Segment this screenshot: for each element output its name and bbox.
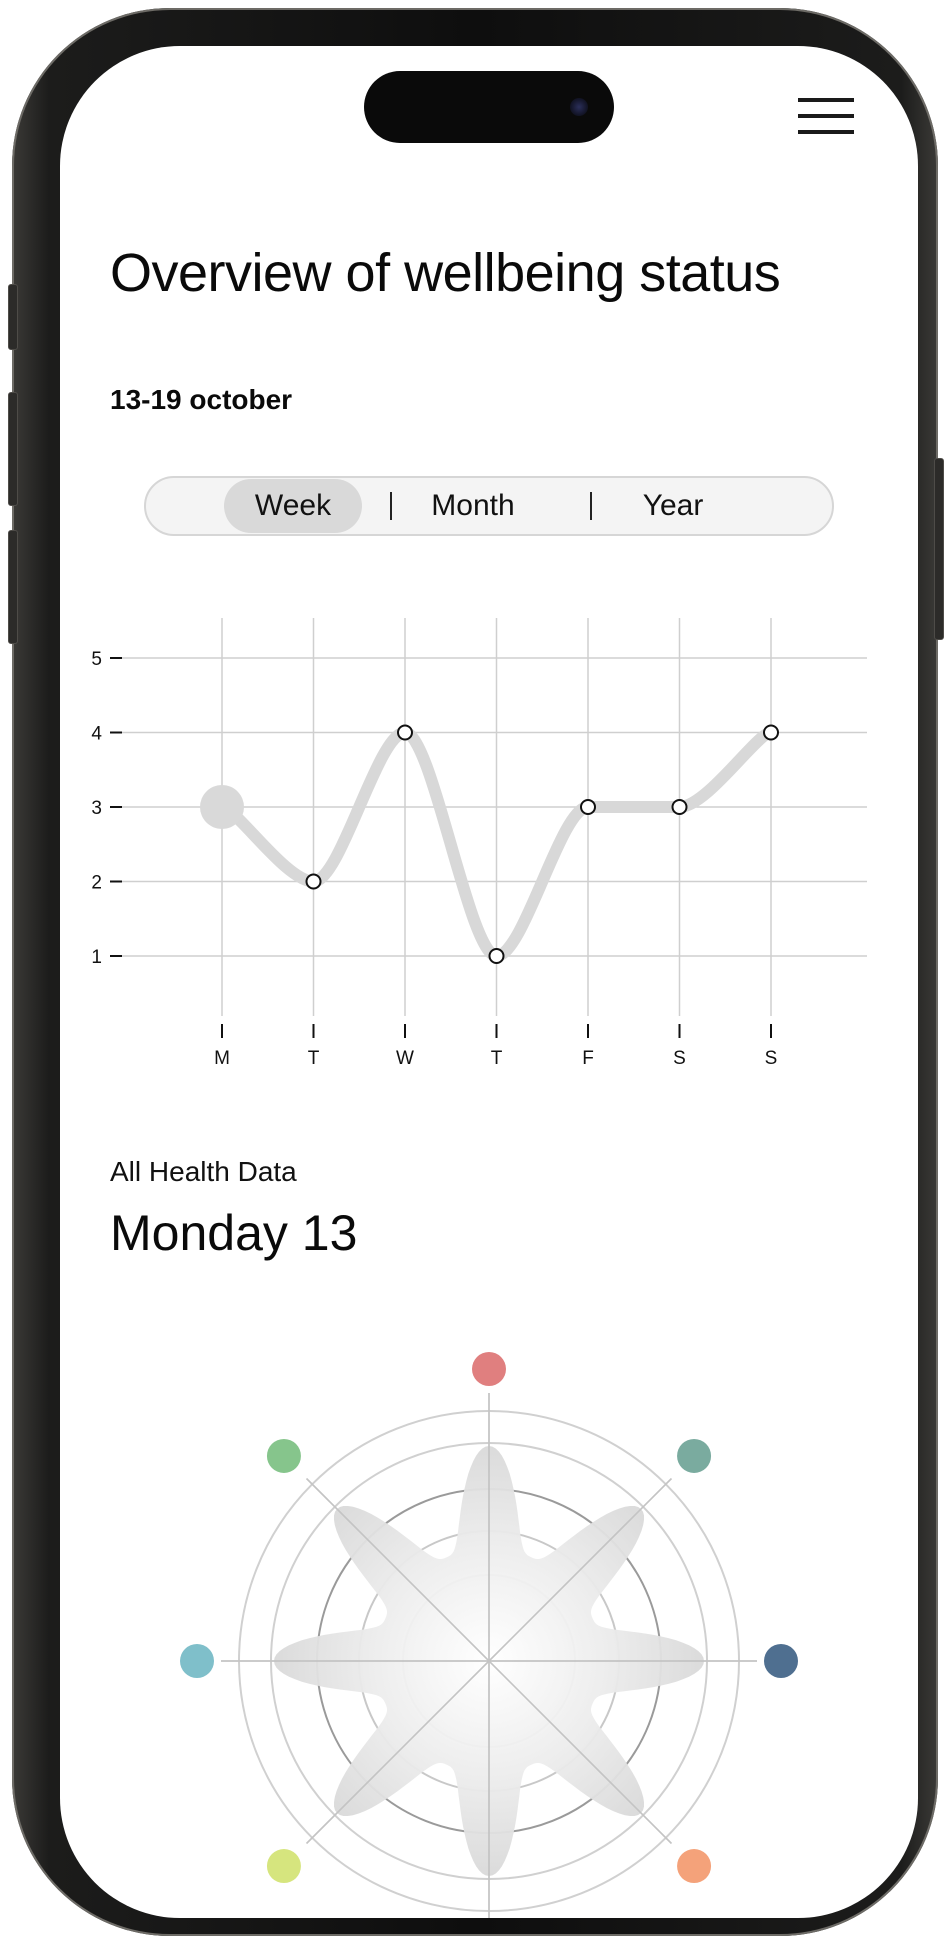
period-divider: [590, 492, 592, 520]
y-tick-label: 2: [91, 873, 102, 894]
radar-dot-bottom-right: [677, 1849, 712, 1884]
data-point: [580, 799, 596, 815]
x-tick-label: T: [491, 1048, 503, 1069]
data-point: [488, 948, 505, 964]
x-tick-label: S: [765, 1048, 778, 1069]
wellbeing-line-chart: 5 4 3 2 1 M T W T F S S: [91, 618, 867, 1069]
y-tick-label: 4: [91, 724, 102, 745]
camera-icon: [570, 98, 588, 116]
phone-frame: Overview of wellbeing status 13-19 octob…: [8, 8, 944, 1936]
tab-month[interactable]: Month: [404, 478, 542, 534]
hamburger-menu-icon[interactable]: [796, 90, 856, 142]
radar-dot-top-right: [677, 1438, 712, 1473]
x-tick-label: M: [214, 1048, 230, 1069]
chart-points: [200, 724, 779, 964]
radar-dot-left: [180, 1644, 214, 1678]
radar-dot-top: [472, 1352, 506, 1386]
tab-week[interactable]: Week: [224, 478, 362, 534]
radar-dot-bottom-left: [266, 1849, 301, 1884]
date-range: 13-19 october: [110, 384, 293, 415]
volume-up-button: [8, 392, 18, 506]
app-screen: Overview of wellbeing status 13-19 octob…: [60, 46, 918, 1918]
section-day-title: Monday 13: [110, 1205, 358, 1261]
section-label: All Health Data: [110, 1156, 297, 1187]
data-point: [397, 724, 413, 741]
x-axis-labels: MTWTFSS: [214, 1048, 777, 1069]
x-tick-label: S: [673, 1048, 686, 1069]
data-point: [671, 799, 688, 815]
x-tick-label: F: [582, 1048, 594, 1069]
x-tick-label: W: [396, 1048, 414, 1069]
page-title: Overview of wellbeing status: [110, 243, 781, 303]
radar-dot-right: [764, 1644, 798, 1678]
y-axis-labels: 5 4 3 2 1: [91, 649, 102, 968]
data-point: [305, 873, 322, 890]
tab-year[interactable]: Year: [604, 478, 742, 534]
period-toggle: Week Month Year: [144, 476, 834, 536]
period-divider: [390, 492, 392, 520]
health-radar-chart: [180, 1352, 798, 1918]
volume-down-button: [8, 530, 18, 644]
data-point-selected: [200, 785, 244, 829]
action-button: [8, 284, 18, 350]
x-tick-label: T: [308, 1048, 320, 1069]
power-button: [934, 458, 944, 640]
dynamic-island: [364, 71, 614, 143]
y-tick-label: 1: [91, 947, 102, 968]
y-tick-label: 3: [91, 798, 102, 819]
y-tick-label: 5: [91, 649, 102, 670]
data-point: [763, 724, 779, 741]
radar-dot-top-left: [266, 1438, 301, 1473]
